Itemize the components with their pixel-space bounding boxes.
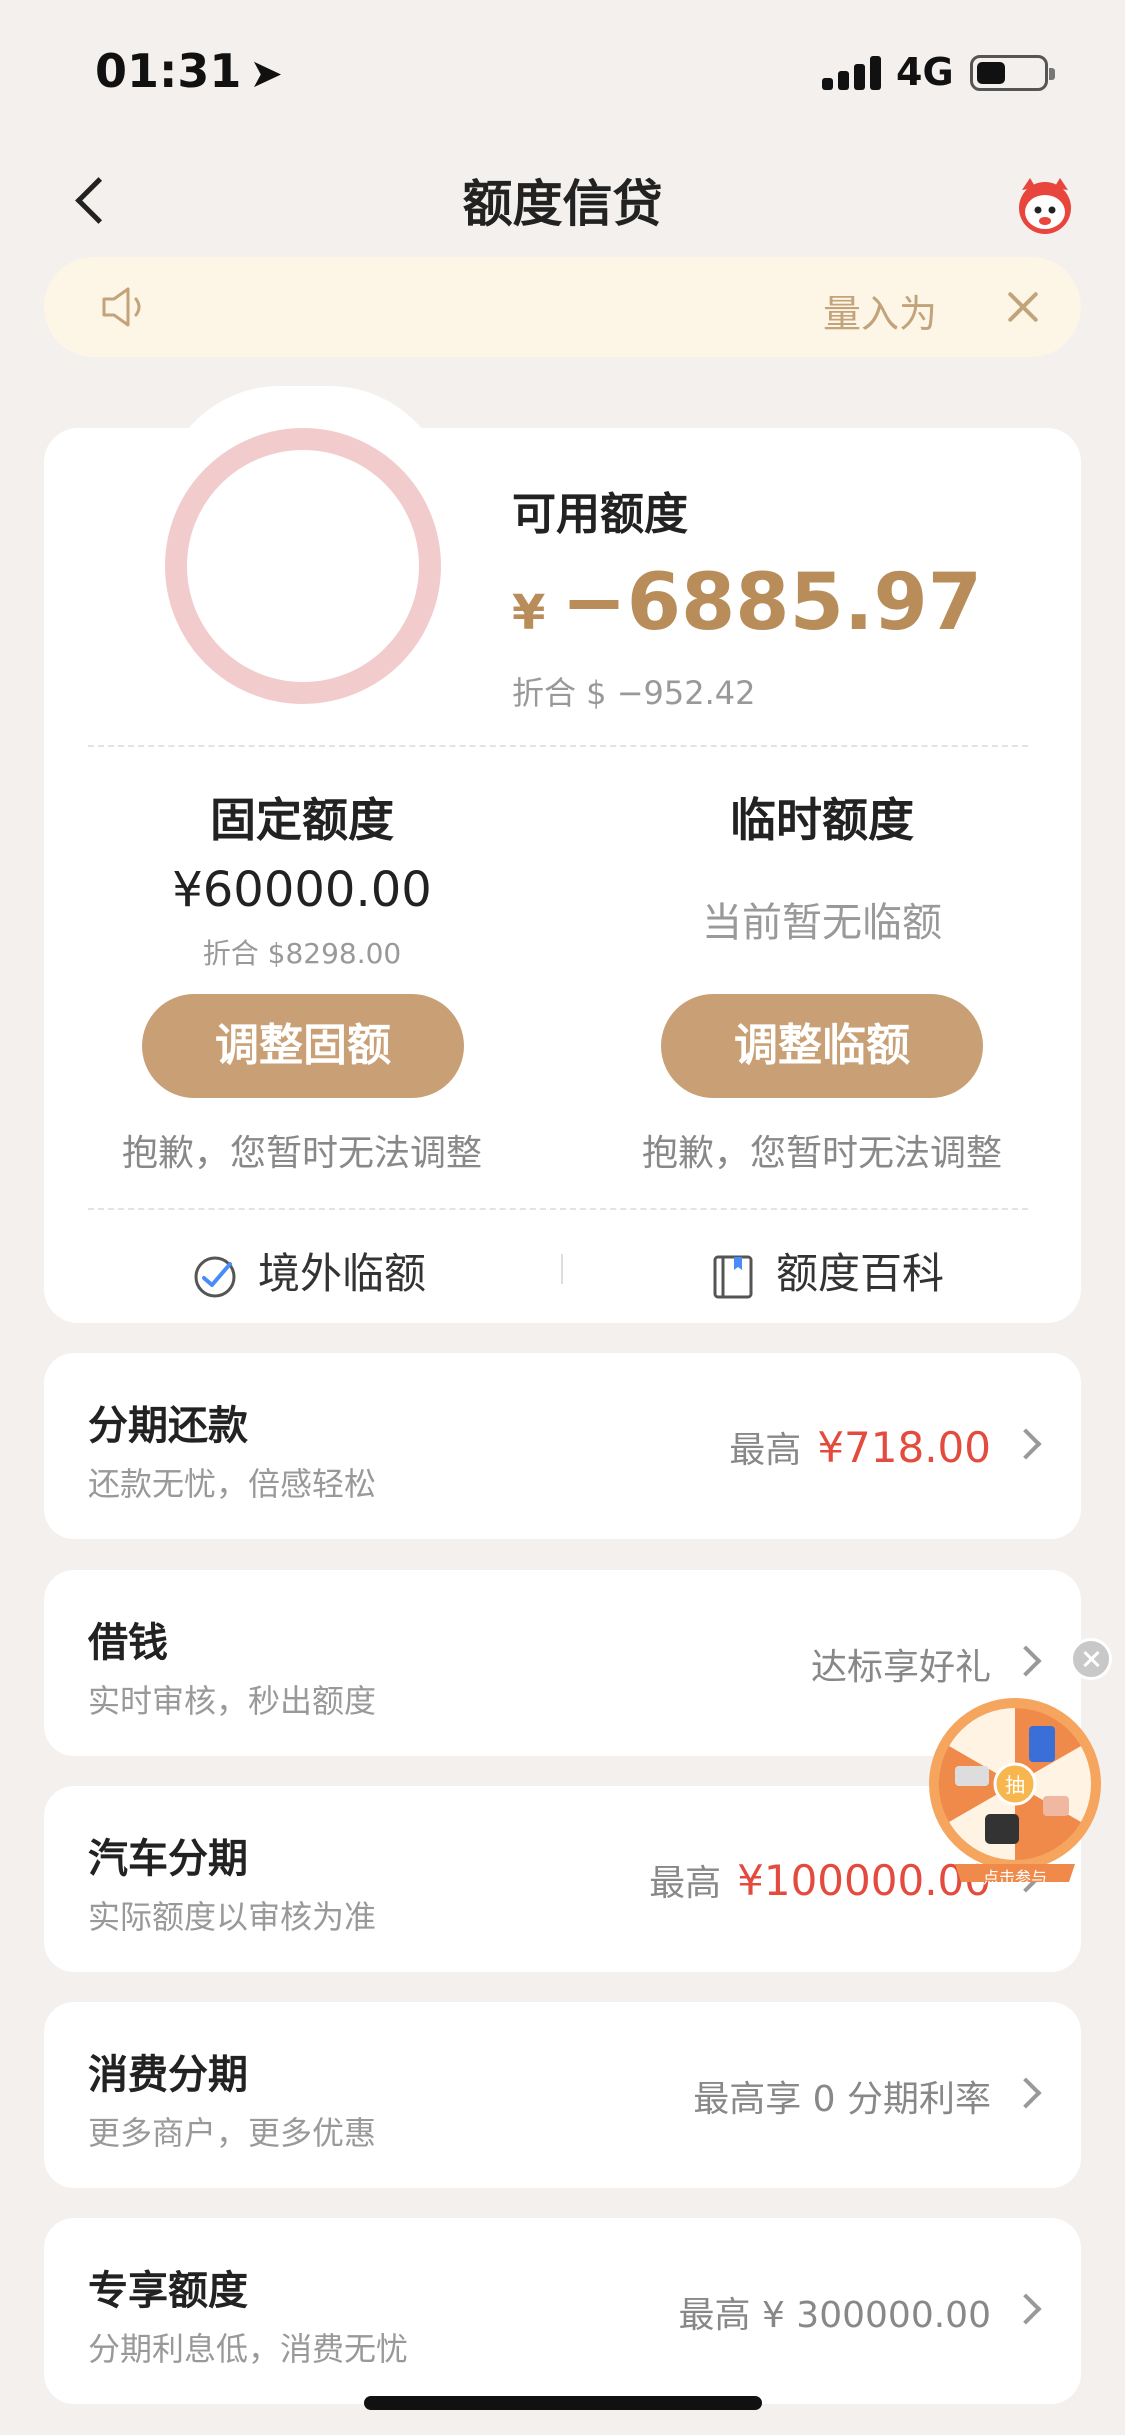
adjust-fixed-note: 抱歉，您暂时无法调整 [121,1133,482,1174]
service-row-exclusive-quota[interactable]: 专享额度 分期利息低，消费无忧 最高 ¥ 300000.00 [44,2218,1081,2404]
cellular-signal-icon [822,56,882,90]
service-right-text: 达标享好礼 [811,1638,991,1690]
service-right-text: 最高享 0 分期利率 [693,2070,991,2122]
quota-wiki-link[interactable]: 额度百科 [708,1240,944,1300]
close-icon[interactable] [1003,287,1043,327]
chevron-right-icon [1010,2293,1042,2325]
service-right-prefix: 最高 ¥ 300000.00 [678,2295,991,2336]
clock-text: 01:31 [95,44,242,98]
adjust-temp-note: 抱歉，您暂时无法调整 [641,1133,1002,1174]
assistant-mascot-icon[interactable] [1012,172,1078,238]
service-right-prefix: 最高 [649,1863,722,1904]
fixed-quota-title: 固定额度 [210,793,394,847]
status-bar: 01:31 ➤ 4G [0,0,1125,140]
temp-quota-status: 当前暂无临额 [702,900,942,946]
home-indicator [364,2396,762,2410]
location-arrow-icon: ➤ [249,51,283,97]
service-right-prefix: 达标享好礼 [810,1647,991,1688]
fixed-quota-converted: 折合 $8298.00 [202,937,402,970]
temp-quota-title: 临时额度 [730,793,914,847]
service-row-installment-repay[interactable]: 分期还款 还款无忧，倍感轻松 最高 ¥718.00 [44,1353,1081,1539]
chevron-right-icon [1010,1645,1042,1677]
available-amount-value: −6885.97 [561,558,983,648]
page-title: 额度信贷 [462,175,663,233]
available-quota-label: 可用额度 [512,489,688,540]
wiki-label: 额度百科 [776,1249,945,1298]
book-icon [713,1255,753,1298]
service-title: 分期还款 [88,1403,248,1449]
service-subtitle: 还款无忧，倍感轻松 [88,1465,377,1503]
notice-text: 量入为 [822,292,937,336]
service-row-consumer-installment[interactable]: 消费分期 更多商户，更多优惠 最高享 0 分期利率 [44,2002,1081,2188]
floating-close-icon[interactable] [1070,1638,1112,1680]
service-right-text: 最高 ¥ 300000.00 [679,2286,991,2338]
currency-symbol: ¥ [512,585,546,641]
service-subtitle: 实时审核，秒出额度 [88,1682,377,1720]
service-subtitle: 更多商户，更多优惠 [88,2114,377,2152]
service-right-prefix: 最高 [729,1430,802,1471]
service-title: 专享额度 [88,2268,248,2314]
wheel-center-label: 抽 [1005,1773,1025,1797]
nav-bar: 额度信贷 [0,140,1125,250]
divider [88,745,1028,747]
adjust-temp-button[interactable]: 调整临额 [661,994,983,1098]
quota-usage-ring [165,428,441,704]
adjust-fixed-button[interactable]: 调整固额 [142,994,464,1098]
speaker-icon [102,287,141,327]
notice-banner[interactable]: 量入为 [44,257,1081,357]
service-title: 借钱 [88,1620,168,1666]
available-converted: 折合 $ −952.42 [512,674,756,712]
service-subtitle: 实际额度以审核为准 [88,1898,377,1936]
network-type: 4G [896,50,954,94]
divider [88,1208,1028,1210]
overseas-temp-quota-link[interactable]: 境外临额 [190,1240,426,1300]
service-title: 汽车分期 [88,1836,248,1882]
overseas-label: 境外临额 [258,1249,427,1298]
chevron-right-icon [1010,2077,1042,2109]
link-separator [561,1254,563,1284]
wheel-cta-label[interactable]: 点击参与 [940,1864,1090,1888]
status-time: 01:31 ➤ [95,44,283,98]
service-subtitle: 分期利息低，消费无忧 [88,2330,409,2368]
service-title: 消费分期 [88,2052,248,2098]
service-right-value: ¥718.00 [817,1423,991,1472]
chevron-right-icon [1010,1428,1042,1460]
available-quota-amount: ¥ −6885.97 [512,558,982,648]
globe-plane-icon [194,1256,236,1297]
service-right-text: 最高 ¥718.00 [729,1421,991,1473]
battery-icon [970,55,1055,91]
fixed-quota-amount: ¥60000.00 [172,862,432,918]
service-right-prefix: 最高享 0 分期利率 [693,2079,991,2120]
